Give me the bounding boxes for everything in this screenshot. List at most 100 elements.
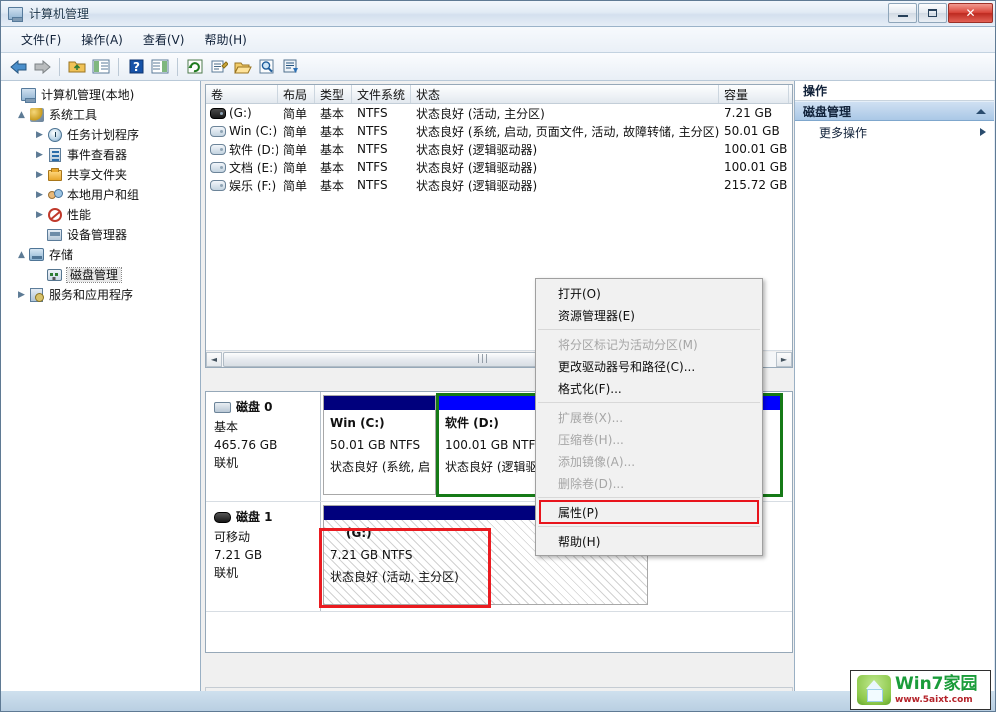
chevron-right-icon[interactable]: ▶ <box>33 130 46 140</box>
rescan-disks-icon[interactable] <box>280 56 302 78</box>
menu-action[interactable]: 操作(A) <box>71 28 133 51</box>
partition-name: 软件 (D:) <box>445 416 499 430</box>
services-icon <box>28 287 46 303</box>
chevron-right-icon[interactable]: ▶ <box>15 290 28 300</box>
sidebar-item-shared-folders[interactable]: ▶ 共享文件夹 <box>1 165 200 185</box>
chevron-down-icon[interactable]: ▲ <box>15 250 28 260</box>
ctx-properties[interactable]: 属性(P) <box>539 500 759 524</box>
shared-folder-icon <box>46 167 64 183</box>
ctx-change-drive-letter[interactable]: 更改驱动器号和路径(C)... <box>536 355 762 377</box>
search-icon[interactable] <box>256 56 278 78</box>
column-header-capacity[interactable]: 容量 <box>719 85 789 103</box>
disk-0-title-row: 磁盘 0 <box>214 398 314 416</box>
sidebar-item-services-applications[interactable]: ▶ 服务和应用程序 <box>1 285 200 305</box>
removable-disk-icon <box>214 511 231 523</box>
ctx-format[interactable]: 格式化(F)... <box>536 377 762 399</box>
context-menu[interactable]: 打开(O) 资源管理器(E) 将分区标记为活动分区(M) 更改驱动器号和路径(C… <box>535 278 763 556</box>
column-header-layout[interactable]: 布局 <box>278 85 315 103</box>
show-action-pane-icon[interactable] <box>149 56 171 78</box>
refresh-icon[interactable] <box>184 56 206 78</box>
watermark-sub-text: www.5aixt.com <box>895 694 973 705</box>
help-icon[interactable]: ? <box>125 56 147 78</box>
disk-0-size: 465.76 GB <box>214 438 278 452</box>
minimize-button[interactable] <box>888 3 917 23</box>
actions-group-disk-management[interactable]: 磁盘管理 <box>795 101 994 121</box>
sidebar-label-system-tools: 系统工具 <box>49 108 98 122</box>
action-more-actions[interactable]: 更多操作 <box>795 121 994 143</box>
users-icon <box>46 187 64 203</box>
window-title: 计算机管理 <box>29 7 90 21</box>
column-header-type[interactable]: 类型 <box>315 85 352 103</box>
partition-win-c[interactable]: Win (C:) 50.01 GB NTFS 状态良好 (系统, 启 <box>323 395 436 495</box>
column-header-free[interactable] <box>789 85 792 103</box>
forward-icon[interactable] <box>31 56 53 78</box>
menu-help[interactable]: 帮助(H) <box>194 28 256 51</box>
column-header-status[interactable]: 状态 <box>411 85 719 103</box>
sidebar-label-event-viewer: 事件查看器 <box>67 148 128 162</box>
table-row[interactable]: (G:) 简单 基本 NTFS 状态良好 (活动, 主分区) 7.21 GB <box>206 104 792 122</box>
sidebar-label-device-manager: 设备管理器 <box>67 228 128 242</box>
cell-filesystem: NTFS <box>357 124 388 138</box>
show-hide-console-tree-icon[interactable] <box>90 56 112 78</box>
console-tree-pane[interactable]: 计算机管理(本地) ▲ 系统工具 ▶ 任务计划程序 ▶ 事件查看器 ▶ 共享文件 <box>1 81 201 711</box>
sidebar-item-storage[interactable]: ▲ 存储 <box>1 245 200 265</box>
ctx-help[interactable]: 帮助(H) <box>536 530 762 552</box>
column-header-filesystem[interactable]: 文件系统 <box>352 85 411 103</box>
scroll-right-icon[interactable]: ► <box>776 351 792 367</box>
sidebar-label-local-users-groups: 本地用户和组 <box>67 188 140 202</box>
disk-0-name: 磁盘 0 <box>236 400 273 414</box>
caret-right-icon[interactable] <box>980 128 986 136</box>
disk-info-0[interactable]: 磁盘 0 基本 465.76 GB 联机 <box>206 392 321 501</box>
chevron-right-icon[interactable]: ▶ <box>33 190 46 200</box>
sidebar-item-task-scheduler[interactable]: ▶ 任务计划程序 <box>1 125 200 145</box>
disk-info-1[interactable]: 磁盘 1 可移动 7.21 GB 联机 <box>206 502 321 611</box>
table-row[interactable]: 娱乐 (F:) 简单 基本 NTFS 状态良好 (逻辑驱动器) 215.72 G… <box>206 176 792 194</box>
back-icon[interactable] <box>7 56 29 78</box>
chevron-right-icon[interactable]: ▶ <box>33 150 46 160</box>
cell-type: 基本 <box>320 124 345 139</box>
sidebar-item-event-viewer[interactable]: ▶ 事件查看器 <box>1 145 200 165</box>
ctx-mark-active: 将分区标记为活动分区(M) <box>558 337 698 352</box>
disk-1-name: 磁盘 1 <box>236 510 273 524</box>
scroll-left-icon[interactable]: ◄ <box>206 351 222 367</box>
cell-layout: 简单 <box>283 106 308 121</box>
cell-layout: 简单 <box>283 160 308 175</box>
up-folder-icon[interactable] <box>66 56 88 78</box>
open-folder-icon[interactable] <box>232 56 254 78</box>
volume-list-header: 卷 布局 类型 文件系统 状态 容量 <box>206 85 792 104</box>
maximize-button[interactable] <box>918 3 947 23</box>
partition-status: 状态良好 (活动, 主分区) <box>330 570 459 584</box>
ctx-shrink-volume: 压缩卷(H)... <box>558 432 624 447</box>
chevron-right-icon[interactable]: ▶ <box>33 170 46 180</box>
ctx-explore[interactable]: 资源管理器(E) <box>536 304 762 326</box>
chevron-right-icon[interactable]: ▶ <box>33 210 46 220</box>
event-viewer-icon <box>46 147 64 163</box>
table-row[interactable]: 文档 (E:) 简单 基本 NTFS 状态良好 (逻辑驱动器) 100.01 G… <box>206 158 792 176</box>
cell-capacity: 215.72 GB <box>724 178 788 192</box>
cell-capacity: 7.21 GB <box>724 106 773 120</box>
sidebar-item-system-tools[interactable]: ▲ 系统工具 <box>1 105 200 125</box>
chevron-down-icon[interactable]: ▲ <box>15 110 28 120</box>
properties-icon[interactable] <box>208 56 230 78</box>
sidebar-item-device-manager[interactable]: 设备管理器 <box>1 225 200 245</box>
table-row[interactable]: 软件 (D:) 简单 基本 NTFS 状态良好 (逻辑驱动器) 100.01 G… <box>206 140 792 158</box>
sidebar-item-disk-management[interactable]: 磁盘管理 <box>1 265 200 285</box>
ctx-open[interactable]: 打开(O) <box>536 282 762 304</box>
column-header-volume[interactable]: 卷 <box>206 85 278 103</box>
partition-status: 状态良好 (逻辑驱 <box>445 460 538 474</box>
menu-file[interactable]: 文件(F) <box>11 28 71 51</box>
sidebar-item-performance[interactable]: ▶ 性能 <box>1 205 200 225</box>
hard-disk-icon <box>214 401 231 413</box>
disk-1-type: 可移动 <box>214 530 251 544</box>
caret-up-icon[interactable] <box>976 108 986 114</box>
computer-management-icon <box>7 6 23 22</box>
table-row[interactable]: Win (C:) 简单 基本 NTFS 状态良好 (系统, 启动, 页面文件, … <box>206 122 792 140</box>
close-button[interactable]: ✕ <box>948 3 993 23</box>
sidebar-item-local-users-groups[interactable]: ▶ 本地用户和组 <box>1 185 200 205</box>
tree-root-computer-management[interactable]: 计算机管理(本地) <box>1 85 200 105</box>
computer-management-window: 计算机管理 ✕ 文件(F) 操作(A) 查看(V) 帮助(H) ? 计算机管理(… <box>0 0 996 712</box>
performance-icon <box>46 207 64 223</box>
menu-view[interactable]: 查看(V) <box>133 28 195 51</box>
sidebar-label-performance: 性能 <box>67 208 92 222</box>
actions-pane-header: 操作 <box>795 81 994 101</box>
